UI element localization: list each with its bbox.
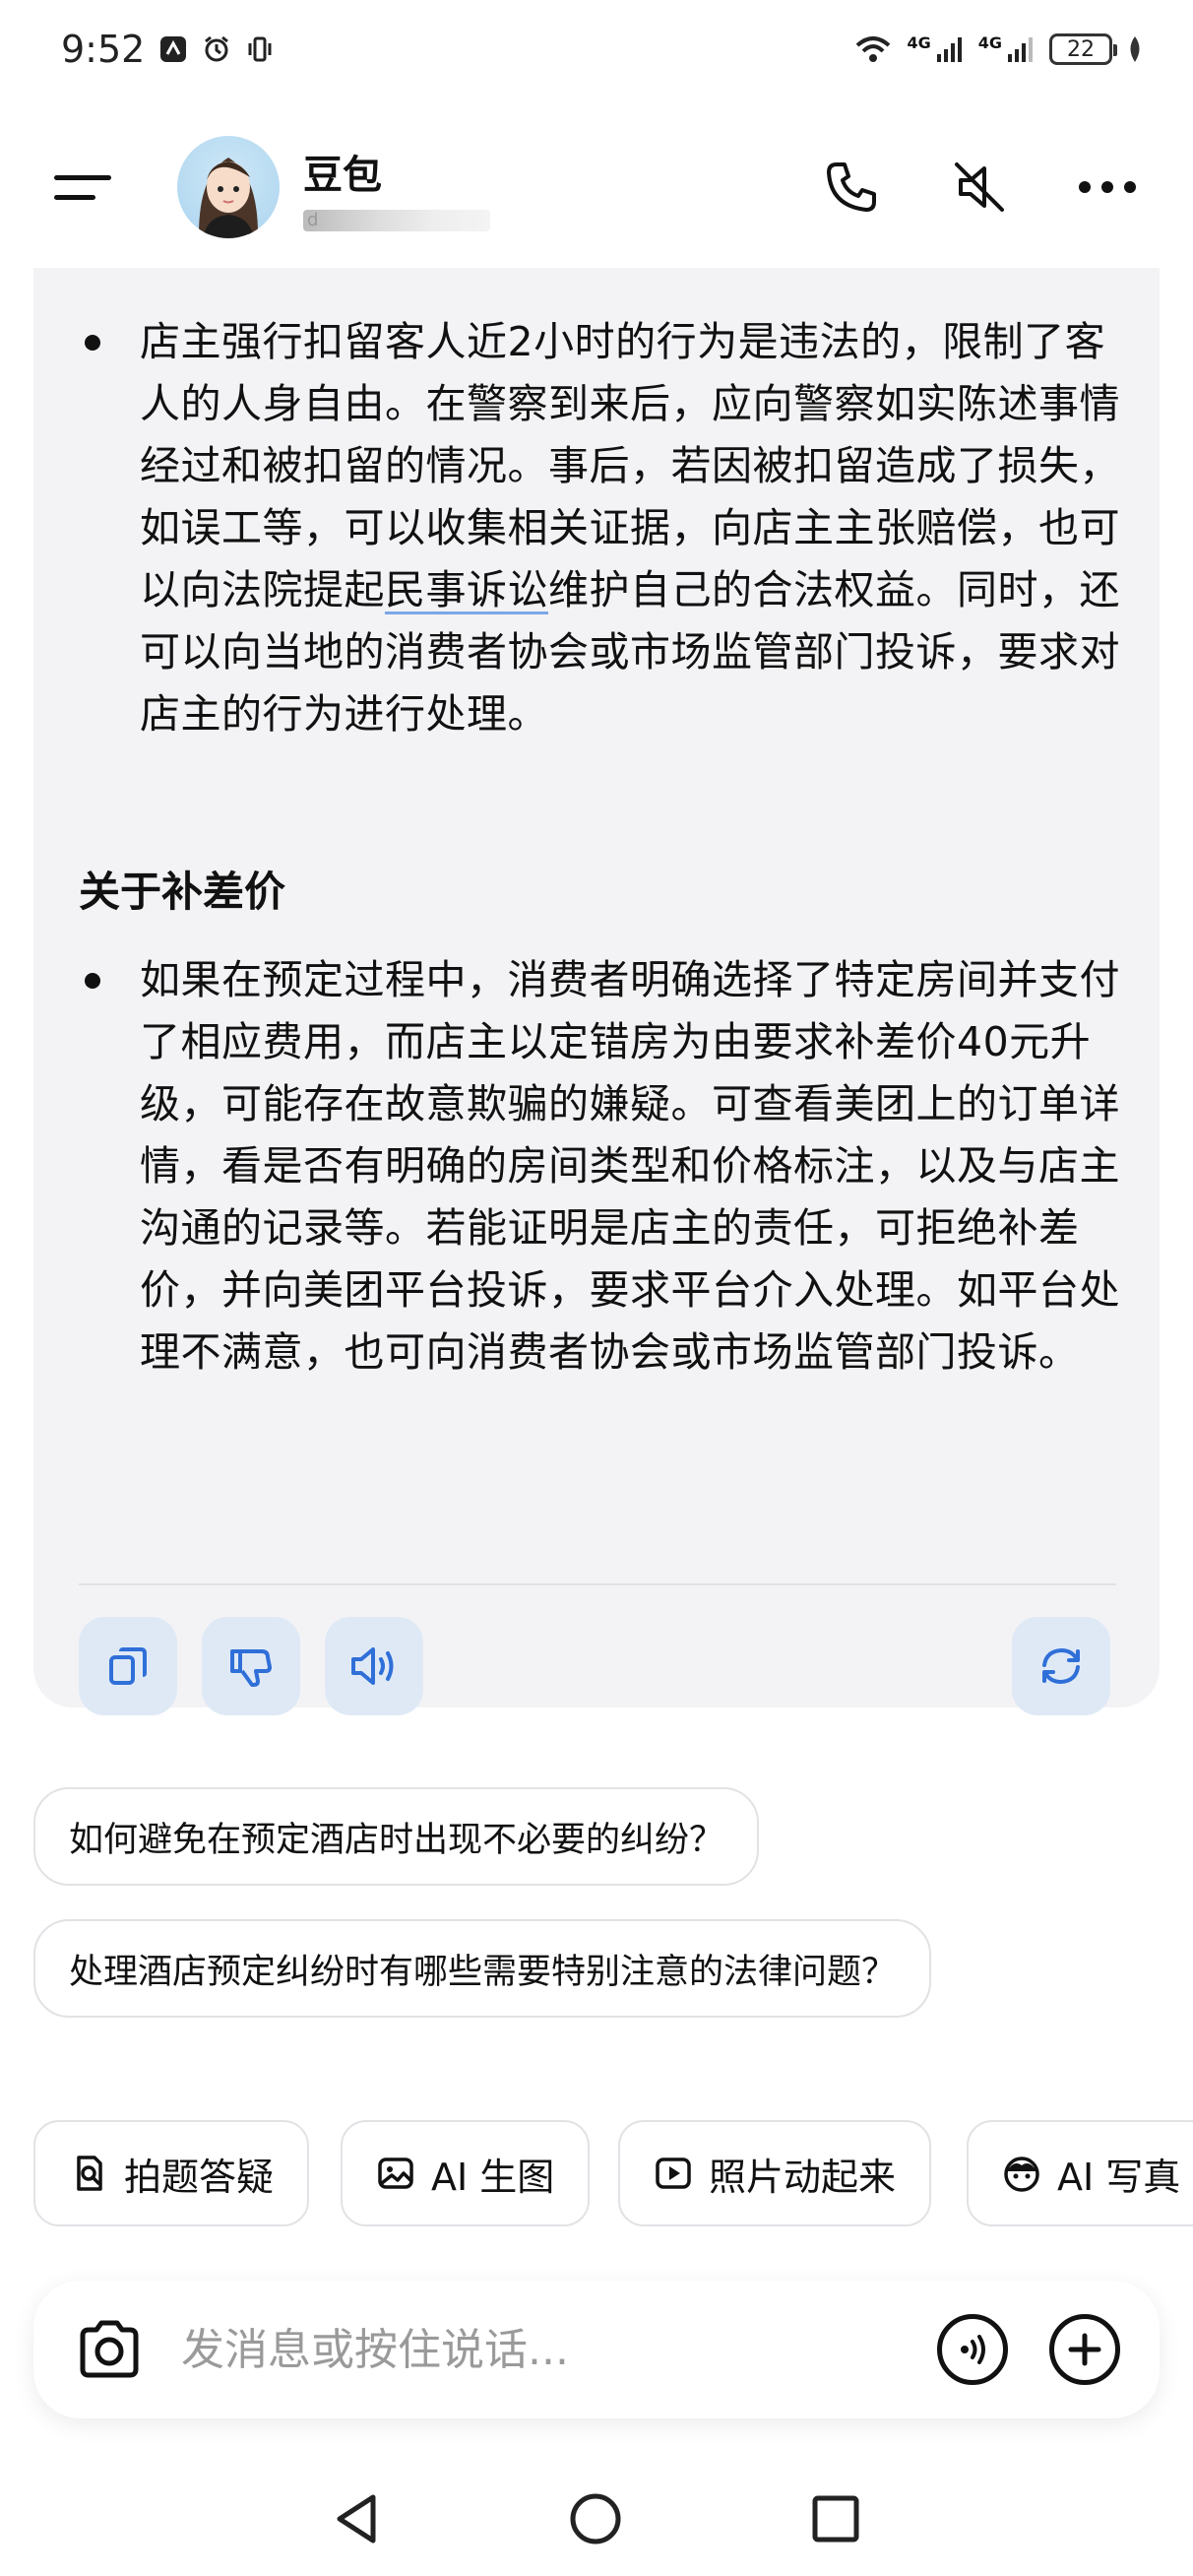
divider (79, 1583, 1116, 1585)
read-aloud-button[interactable] (325, 1617, 423, 1715)
tool-label: 照片动起来 (709, 2155, 897, 2199)
vibrate-icon (248, 36, 272, 62)
voice-call-button[interactable] (937, 2314, 1008, 2385)
speaker-muted-icon (955, 162, 1004, 212)
dislike-button[interactable] (202, 1617, 300, 1715)
add-attachment-button[interactable] (1049, 2314, 1120, 2385)
signal-icon-2 (1008, 37, 1033, 62)
tool-photo-question[interactable]: 拍题答疑 (33, 2120, 310, 2226)
phone-icon (827, 162, 876, 212)
status-bar: 9:52 4G 4G 22 (0, 0, 1193, 98)
home-icon[interactable] (568, 2491, 623, 2546)
system-navigation-bar (0, 2462, 1193, 2576)
avatar[interactable] (177, 136, 280, 238)
status-right: 4G 4G 22 (853, 33, 1144, 65)
network-label-2: 4G (977, 32, 1002, 52)
message-input[interactable] (181, 2324, 937, 2375)
bullet-item: 店主强行扣留客人近2小时的行为是违法的，限制了客人的人身自由。在警察到来后，应向… (85, 311, 1128, 745)
message-input-bar (33, 2281, 1160, 2418)
tool-label: AI 写真 (1057, 2155, 1181, 2199)
tool-ai-image[interactable]: AI 生图 (341, 2120, 591, 2226)
tool-label: AI 生图 (431, 2155, 555, 2199)
more-dots-icon (1079, 181, 1136, 193)
network-label-1: 4G (907, 32, 931, 52)
mute-button[interactable] (948, 156, 1011, 219)
menu-icon[interactable] (54, 167, 113, 207)
suggested-question[interactable]: 如何避免在预定酒店时出现不必要的纠纷？ (33, 1787, 760, 1886)
camera-icon[interactable] (75, 2318, 144, 2381)
bot-subtitle: d (303, 210, 490, 231)
bullet-dot (85, 335, 100, 351)
leaf-icon (1130, 36, 1140, 62)
assistant-message-card: 店主强行扣留客人近2小时的行为是违法的，限制了客人的人身自由。在警察到来后，应向… (33, 268, 1160, 1715)
face-icon (1004, 2157, 1039, 2192)
alarm-icon (205, 35, 229, 62)
bullet-text: 店主强行扣留客人近2小时的行为是违法的，限制了客人的人身自由。在警察到来后，应向… (140, 311, 1124, 745)
status-time: 9:52 (61, 28, 146, 71)
more-options-button[interactable] (1076, 156, 1139, 219)
plus-icon (1068, 2333, 1101, 2366)
header-actions (820, 156, 1139, 219)
section-heading: 关于补差价 (79, 868, 286, 916)
signal-icon-1 (936, 37, 962, 62)
play-icon (656, 2157, 691, 2189)
copy-button[interactable] (79, 1617, 177, 1715)
bullet-dot (85, 973, 100, 989)
wifi-icon (856, 36, 891, 62)
bullet-item: 如果在预定过程中，消费者明确选择了特定房间并支付了相应费用，而店主以定错房为由要… (85, 949, 1128, 1384)
tool-ai-portrait[interactable]: AI 写真 (967, 2120, 1193, 2226)
battery-indicator: 22 (1049, 33, 1117, 65)
app-notification-icon (160, 36, 187, 62)
tool-animate-photo[interactable]: 照片动起来 (618, 2120, 932, 2226)
voice-wave-icon (961, 2335, 985, 2364)
phone-call-button[interactable] (820, 156, 883, 219)
status-left: 9:52 (61, 28, 275, 71)
speaker-icon (351, 1647, 394, 1685)
tool-label: 拍题答疑 (124, 2155, 275, 2199)
refresh-icon (1042, 1647, 1080, 1685)
chat-header: 豆包 d (0, 123, 1193, 251)
bot-name: 豆包 (303, 153, 382, 198)
bot-title: 豆包 d (303, 143, 490, 231)
thumbs-down-icon (230, 1649, 272, 1687)
battery-level: 22 (1067, 36, 1095, 62)
copy-icon (109, 1647, 147, 1685)
regenerate-button[interactable] (1012, 1617, 1110, 1715)
recent-apps-icon[interactable] (810, 2493, 861, 2544)
legal-term-link[interactable]: 民事诉讼 (385, 566, 548, 613)
bot-avatar-illustration (199, 158, 258, 238)
bullet-text: 如果在预定过程中，消费者明确选择了特定房间并支付了相应费用，而店主以定错房为由要… (140, 956, 1120, 1376)
back-icon[interactable] (332, 2491, 381, 2546)
image-icon (378, 2157, 413, 2189)
suggested-question[interactable]: 处理酒店预定纠纷时有哪些需要特别注意的法律问题？ (33, 1919, 932, 2018)
photo-question-icon (77, 2156, 102, 2191)
